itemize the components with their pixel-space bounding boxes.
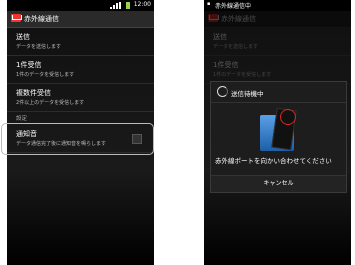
cancel-button[interactable]: キャンセル [211,175,346,192]
infrared-port-illustration [256,107,302,151]
section-header-settings: 設定 [16,116,28,122]
menu-item-receive-multiple[interactable]: 複数件受信 2件以上のデータを受信します [7,84,154,112]
dialog-header: 送信待機中 [211,82,346,103]
app-title: 赤外線通信 [24,15,59,23]
port-highlight-circle [280,109,296,125]
item-subtitle: データを送信します [213,44,259,50]
mail-icon [208,14,218,22]
signal-bar-icon [113,5,115,9]
highlight-frame [1,123,154,155]
signal-battery-icons [110,2,130,9]
signal-bar-icon [116,3,118,9]
infrared-status-icon: ▪ [207,1,211,7]
signal-bar-icon [110,7,112,9]
menu-item-receive-one[interactable]: 1件受信 1件のデータを受信します [7,56,154,84]
item-subtitle: 2件以上のデータを受信します [16,100,85,106]
dialog-title: 送信待機中 [231,90,264,98]
item-subtitle: データを送信します [16,44,62,50]
menu-item-send: 送信 データを送信します [204,28,351,56]
item-subtitle: 1件のデータを受信します [16,72,75,78]
mail-icon [11,14,21,22]
app-title: 赤外線通信 [221,15,256,23]
menu-item-receive-one: 1件受信 1件のデータを受信します [204,56,351,84]
item-title: 複数件受信 [16,89,51,97]
status-bar: 12:00 [7,0,154,11]
app-bar: 赤外線通信 [204,11,351,28]
dialog-message: 赤外線ポートを向かい合わせてください [215,157,332,165]
clock: 12:00 [133,1,151,8]
sending-dialog: 送信待機中 赤外線ポートを向かい合わせてください キャンセル [210,81,347,193]
menu-item-send[interactable]: 送信 データを送信します [7,28,154,56]
item-title: 1件受信 [213,61,239,69]
status-bar: ▪ 赤外線通信中 [204,0,351,11]
item-title: 送信 [213,33,227,41]
item-title: 1件受信 [16,61,42,69]
status-text: 赤外線通信中 [215,3,252,10]
app-bar: 赤外線通信 [7,11,154,28]
item-subtitle: 1件のデータを受信します [213,72,272,78]
phone-screen-right: ▪ 赤外線通信中 赤外線通信 送信 データを送信します 1件受信 1件のデータを… [204,0,351,265]
spinner-icon [217,86,228,97]
battery-icon [126,2,130,9]
item-title: 送信 [16,33,30,41]
signal-bar-icon [119,2,121,9]
